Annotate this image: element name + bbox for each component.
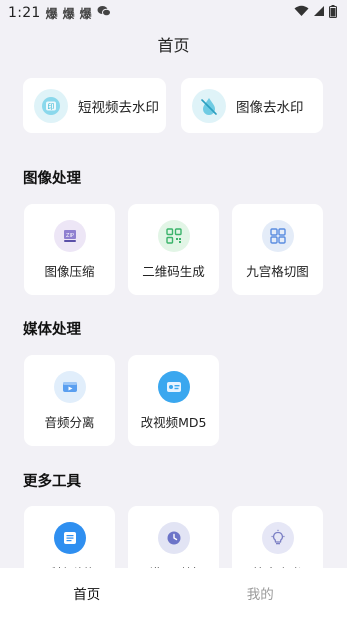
lightbulb-icon <box>261 522 294 554</box>
image-compress-label: 图像压缩 <box>44 264 95 279</box>
audio-separate-icon <box>53 371 86 403</box>
svg-text:印: 印 <box>48 103 55 111</box>
qrcode-icon <box>157 220 190 252</box>
image-watermark-button[interactable]: 图像去水印 <box>181 78 323 133</box>
grid-cut-button[interactable]: 九宫格切图 <box>232 204 323 295</box>
nav-mine[interactable]: 我的 <box>174 568 347 617</box>
status-bar: 1:21 爆 爆 爆 <box>0 0 347 26</box>
video-md5-icon <box>157 371 190 403</box>
status-left: 1:21 爆 爆 爆 <box>8 5 111 22</box>
qrcode-generate-button[interactable]: 二维码生成 <box>128 204 219 295</box>
video-md5-button[interactable]: 改视频MD5 <box>128 355 219 446</box>
page-title: 首页 <box>157 36 190 55</box>
wechat-icon <box>97 5 111 21</box>
section-title-media: 媒体处理 <box>23 322 81 338</box>
battery-icon <box>329 4 337 22</box>
image-compress-icon: ZIP <box>53 220 86 252</box>
clock-icon <box>157 522 190 554</box>
section-title-more: 更多工具 <box>23 474 81 490</box>
video-watermark-icon: 印 <box>34 88 68 123</box>
audio-separate-button[interactable]: 音频分离 <box>24 355 115 446</box>
short-video-watermark-button[interactable]: 印 短视频去水印 <box>23 78 166 133</box>
qrcode-generate-label: 二维码生成 <box>142 264 205 279</box>
handheld-barrage-icon <box>53 522 86 554</box>
image-compress-button[interactable]: ZIP 图像压缩 <box>24 204 115 295</box>
wifi-icon <box>294 5 309 21</box>
grid-cut-label: 九宫格切图 <box>246 264 309 279</box>
nav-home[interactable]: 首页 <box>0 568 174 617</box>
bottom-nav: 首页 我的 <box>0 568 347 617</box>
signal-icon <box>313 5 325 21</box>
section-title-image: 图像处理 <box>23 171 81 187</box>
video-md5-label: 改视频MD5 <box>140 415 207 430</box>
short-video-watermark-label: 短视频去水印 <box>78 99 159 116</box>
image-watermark-label: 图像去水印 <box>236 99 304 116</box>
audio-separate-label: 音频分离 <box>44 415 95 430</box>
status-time: 1:21 <box>8 5 41 21</box>
status-right <box>294 4 337 22</box>
notification-icon: 爆 <box>79 6 92 21</box>
notification-icon: 爆 <box>62 6 75 21</box>
grid-cut-icon <box>261 220 294 252</box>
notification-icon: 爆 <box>45 6 58 21</box>
svg-text:ZIP: ZIP <box>66 233 74 239</box>
image-watermark-icon <box>192 88 226 123</box>
